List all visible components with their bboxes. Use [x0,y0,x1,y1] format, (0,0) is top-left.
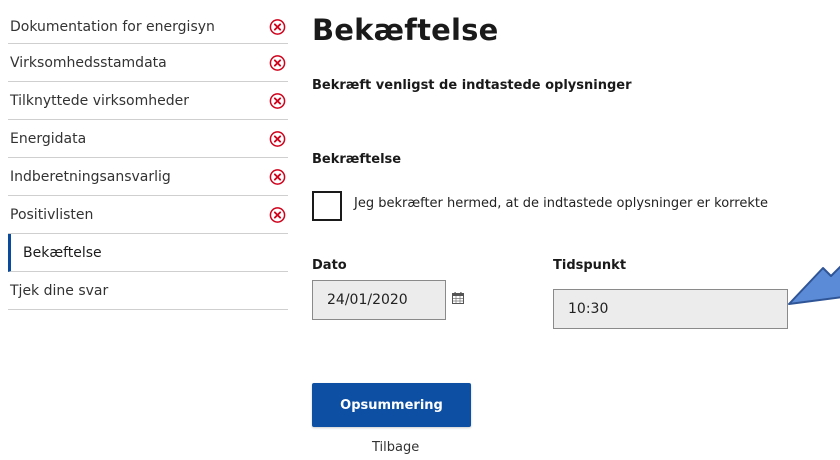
page-title: Bekæftelse [312,13,499,47]
error-x-icon [269,130,286,147]
error-x-icon [269,168,286,185]
sidebar-item-label: Tilknyttede virksomheder [10,92,189,109]
sidebar-item-indberetningsansvarlig[interactable]: Indberetningsansvarlig [8,158,288,196]
sidebar-item-label: Dokumentation for energisyn [10,18,215,35]
opsummering-button[interactable]: Opsummering [312,383,471,427]
sidebar-item-energidata[interactable]: Energidata [8,120,288,158]
error-x-icon [269,92,286,109]
back-link[interactable]: Tilbage [372,440,419,455]
date-label: Dato [312,258,347,273]
sidebar-nav: Dokumentation for energisyn Virksomhedss… [8,10,288,310]
instruction-text: Bekræft venligst de indtastede oplysning… [312,78,632,93]
confirm-checkbox-label[interactable]: Jeg bekræfter hermed, at de indtastede o… [354,196,768,211]
sidebar-item-tjek-dine-svar[interactable]: Tjek dine svar [8,272,288,310]
sidebar-item-label: Bekæftelse [23,244,102,261]
sidebar-item-label: Positivlisten [10,206,94,223]
sidebar-item-positivlisten[interactable]: Positivlisten [8,196,288,234]
main-content: Bekæftelse Bekræft venligst de indtasted… [312,0,840,460]
error-x-icon [269,18,286,35]
confirmation-section-label: Bekræftelse [312,152,402,167]
error-x-icon [269,54,286,71]
sidebar-item-bekaeftelse[interactable]: Bekæftelse [8,234,288,272]
sidebar-item-dokumentation[interactable]: Dokumentation for energisyn [8,10,288,44]
sidebar-item-label: Tjek dine svar [10,282,109,299]
time-field[interactable] [553,289,788,329]
date-field[interactable] [312,280,446,320]
calendar-icon[interactable] [452,292,464,304]
confirm-checkbox[interactable] [312,191,342,221]
sidebar-item-label: Indberetningsansvarlig [10,168,171,185]
sidebar-item-label: Virksomhedsstamdata [10,54,167,71]
sidebar-item-label: Energidata [10,130,87,147]
sidebar-item-virksomhedsstamdata[interactable]: Virksomhedsstamdata [8,44,288,82]
callout-arrow-icon [788,265,840,305]
error-x-icon [269,206,286,223]
sidebar-item-tilknyttede[interactable]: Tilknyttede virksomheder [8,82,288,120]
time-label: Tidspunkt [553,258,627,273]
